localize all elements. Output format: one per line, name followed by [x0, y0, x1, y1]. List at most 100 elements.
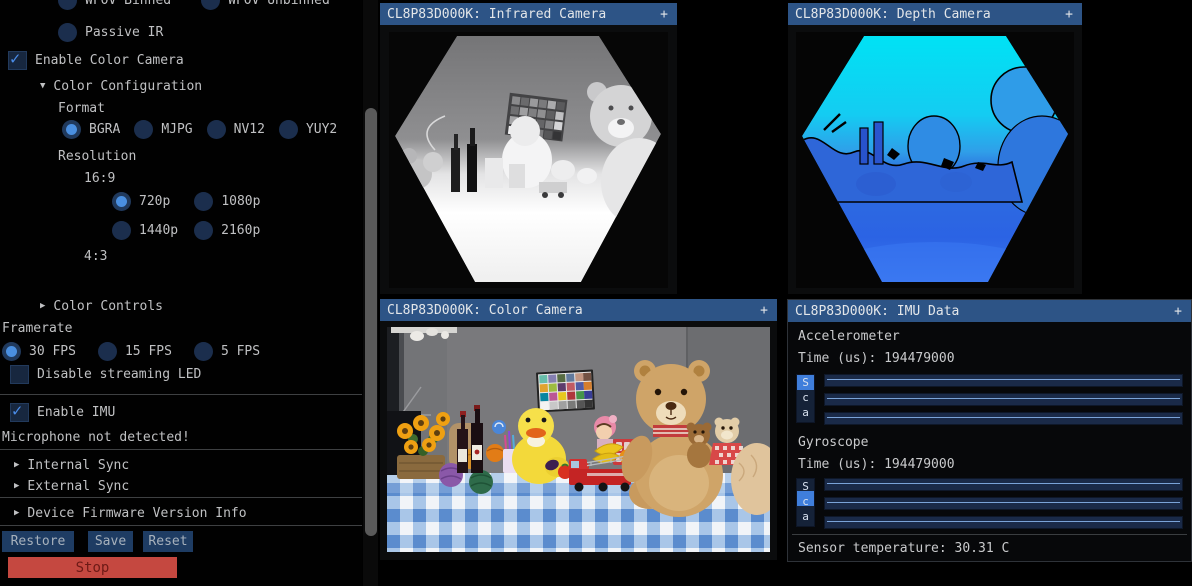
resolution-label: Resolution: [58, 146, 136, 166]
radio-circle-icon[interactable]: [194, 192, 213, 211]
chevron-down-icon: ▼: [40, 81, 45, 91]
k4aviewer-window: WFOV Binned WFOV Unbinned Passive IR ✓ E…: [0, 0, 1192, 586]
microphone-warning: Microphone not detected!: [2, 427, 190, 447]
radio-circle-icon[interactable]: [58, 23, 77, 42]
radio-selected-icon[interactable]: [2, 342, 21, 361]
color-image-svg: [387, 327, 770, 552]
radio-circle-icon[interactable]: [112, 221, 131, 240]
gyroscope-label: Gyroscope: [798, 435, 868, 451]
accelerometer-plot-x: [824, 374, 1183, 387]
internal-sync-header[interactable]: ▶ Internal Sync: [14, 455, 129, 475]
radio-circle-icon[interactable]: [134, 120, 153, 139]
imu-data-panel: CL8P83D000K: IMU Data + Accelerometer Ti…: [787, 299, 1192, 562]
infrared-panel-titlebar[interactable]: CL8P83D000K: Infrared Camera +: [380, 3, 677, 25]
checkmark-icon: ✓: [12, 401, 22, 421]
radio-res-1440p[interactable]: 1440p: [112, 221, 178, 240]
scale-letter: S: [797, 375, 814, 390]
radio-format-yuy2[interactable]: YUY2: [279, 120, 337, 139]
radio-selected-icon[interactable]: [112, 192, 131, 211]
resolution-row-1: 720p 1080p: [112, 191, 260, 211]
color-controls-label: Color Controls: [53, 299, 163, 314]
color-configuration-header[interactable]: ▼ Color Configuration: [40, 76, 202, 96]
radio-circle-icon[interactable]: [207, 120, 226, 139]
radio-format-nv12[interactable]: NV12: [207, 120, 265, 139]
save-button[interactable]: Save: [88, 531, 133, 552]
stop-button[interactable]: Stop: [8, 557, 177, 578]
radio-wfov-binned[interactable]: WFOV Binned: [58, 0, 171, 10]
chevron-right-icon: ▶: [14, 508, 19, 518]
accelerometer-plot-z: [824, 412, 1183, 425]
enable-imu-checkbox[interactable]: ✓: [10, 403, 29, 422]
expand-icon[interactable]: +: [1065, 3, 1073, 25]
expand-icon[interactable]: +: [760, 299, 768, 321]
radio-15fps[interactable]: 15 FPS: [98, 342, 172, 361]
format-label: Format: [58, 98, 105, 118]
radio-res-1440p-label: 1440p: [139, 223, 178, 238]
infrared-image-svg: [389, 32, 668, 288]
radio-30fps[interactable]: 30 FPS: [2, 342, 76, 361]
framerate-label: Framerate: [2, 318, 72, 338]
radio-circle-icon[interactable]: [201, 0, 220, 10]
gyroscope-plot-y: [824, 497, 1183, 510]
radio-res-1080p-label: 1080p: [221, 194, 260, 209]
radio-format-yuy2-label: YUY2: [306, 122, 337, 137]
firmware-info-label: Device Firmware Version Info: [27, 506, 246, 521]
radio-passive-ir[interactable]: Passive IR: [58, 23, 163, 42]
radio-format-bgra-label: BGRA: [89, 122, 120, 137]
depth-panel-titlebar[interactable]: CL8P83D000K: Depth Camera +: [788, 3, 1082, 25]
radio-selected-icon[interactable]: [62, 120, 81, 139]
expand-icon[interactable]: +: [660, 3, 668, 25]
radio-wfov-unbinned[interactable]: WFOV Unbinned: [201, 0, 330, 10]
infrared-image: [389, 32, 668, 288]
depth-image-svg: [796, 32, 1074, 288]
depth-image: [796, 32, 1074, 288]
chevron-right-icon: ▶: [14, 481, 19, 491]
gyroscope-scale-slider[interactable]: S c a: [796, 478, 815, 527]
radio-circle-icon[interactable]: [279, 120, 298, 139]
infrared-panel-title: CL8P83D000K: Infrared Camera: [387, 7, 606, 22]
radio-res-720p[interactable]: 720p: [112, 192, 170, 211]
resolution-row-2: 1440p 2160p: [112, 220, 260, 240]
reset-button[interactable]: Reset: [143, 531, 193, 552]
radio-format-mjpg[interactable]: MJPG: [134, 120, 192, 139]
color-panel-title: CL8P83D000K: Color Camera: [387, 303, 583, 318]
color-panel-titlebar[interactable]: CL8P83D000K: Color Camera +: [380, 299, 777, 321]
external-sync-label: External Sync: [27, 479, 129, 494]
sidebar-scrollbar[interactable]: [363, 0, 378, 586]
radio-format-bgra[interactable]: BGRA: [62, 120, 120, 139]
accelerometer-plot-y: [824, 393, 1183, 406]
depth-mode-row: WFOV Binned WFOV Unbinned: [58, 0, 330, 10]
accelerometer-time: Time (us): 194479000: [798, 351, 955, 367]
radio-30fps-label: 30 FPS: [29, 344, 76, 359]
scale-letter: S: [797, 479, 814, 494]
separator: [0, 394, 362, 395]
expand-icon[interactable]: +: [1174, 300, 1182, 322]
color-camera-panel: CL8P83D000K: Color Camera +: [380, 299, 777, 560]
gyroscope-plot-z: [824, 516, 1183, 529]
disable-streaming-led-checkbox[interactable]: [10, 365, 29, 384]
depth-camera-panel: CL8P83D000K: Depth Camera +: [788, 3, 1082, 294]
separator: [0, 525, 362, 526]
radio-circle-icon[interactable]: [58, 0, 77, 10]
chevron-right-icon: ▶: [40, 301, 45, 311]
radio-res-2160p-label: 2160p: [221, 223, 260, 238]
radio-5fps[interactable]: 5 FPS: [194, 342, 260, 361]
gyroscope-time: Time (us): 194479000: [798, 457, 955, 473]
scale-letter: a: [797, 405, 814, 420]
color-controls-header[interactable]: ▶ Color Controls: [40, 296, 163, 316]
radio-circle-icon[interactable]: [194, 221, 213, 240]
restore-button[interactable]: Restore: [2, 531, 74, 552]
radio-15fps-label: 15 FPS: [125, 344, 172, 359]
accelerometer-scale-slider[interactable]: S c a: [796, 374, 815, 423]
radio-res-1080p[interactable]: 1080p: [194, 192, 260, 211]
radio-circle-icon[interactable]: [98, 342, 117, 361]
separator: [0, 497, 362, 498]
separator: [0, 449, 362, 450]
imu-panel-titlebar[interactable]: CL8P83D000K: IMU Data +: [788, 300, 1191, 322]
scrollbar-thumb[interactable]: [365, 108, 377, 536]
external-sync-header[interactable]: ▶ External Sync: [14, 476, 129, 496]
radio-res-2160p[interactable]: 2160p: [194, 221, 260, 240]
firmware-info-header[interactable]: ▶ Device Firmware Version Info: [14, 503, 247, 523]
enable-color-camera-checkbox[interactable]: ✓: [8, 51, 27, 70]
radio-circle-icon[interactable]: [194, 342, 213, 361]
